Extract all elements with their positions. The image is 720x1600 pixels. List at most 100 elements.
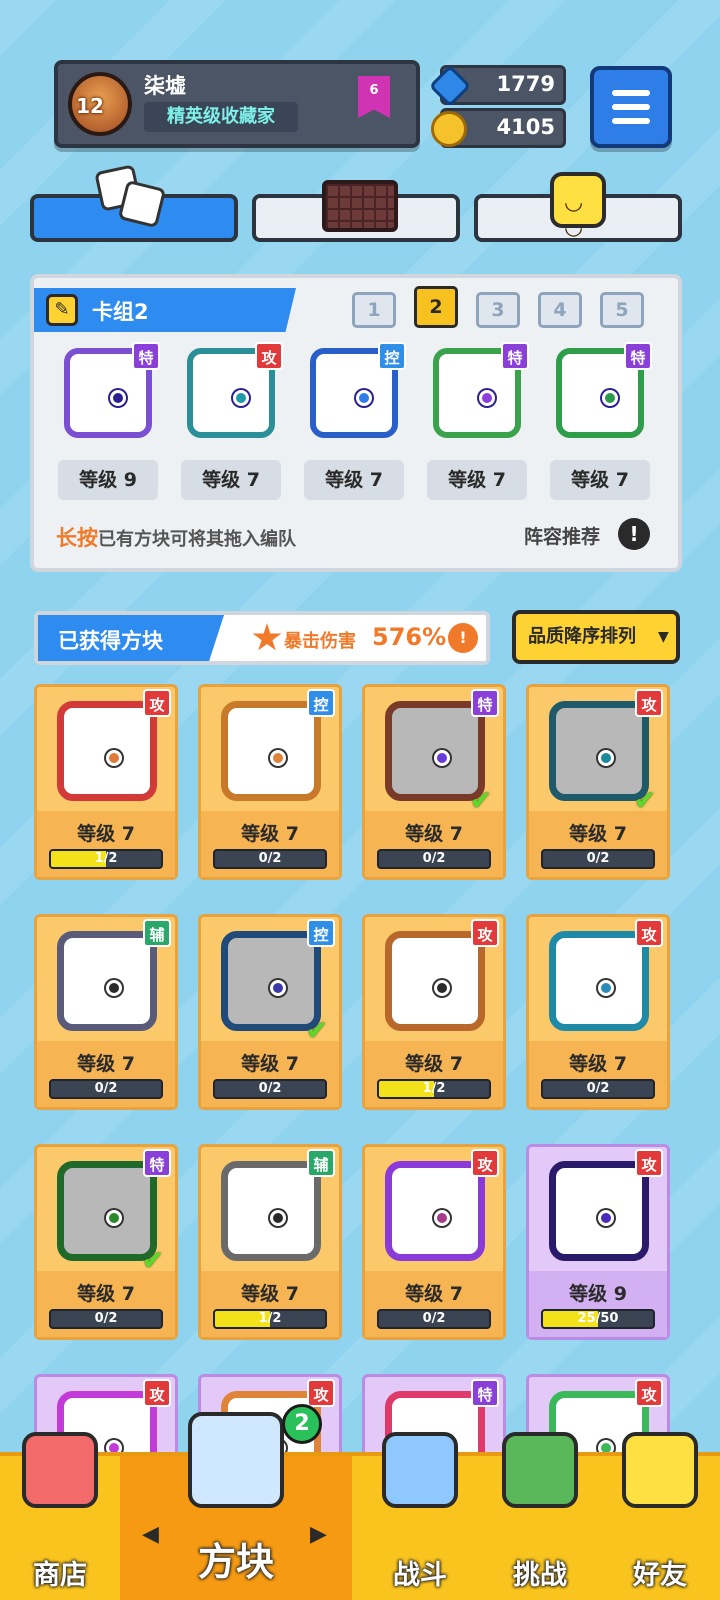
progress-text: 0/2	[94, 1081, 118, 1096]
progress-text: 1/2	[94, 851, 118, 866]
block-core-icon	[270, 750, 286, 766]
nav-challenge[interactable]: 挑战	[480, 1432, 600, 1600]
block-cube-icon	[188, 1412, 284, 1508]
burst-icon	[252, 623, 282, 651]
hamburger-icon	[612, 118, 650, 124]
nav-shop[interactable]: 商店	[0, 1432, 120, 1600]
shop-icon	[22, 1432, 98, 1508]
deck-number-tab[interactable]: 3	[476, 292, 520, 328]
notification-badge: 2	[282, 1404, 322, 1444]
block-core-icon	[106, 750, 122, 766]
block-card[interactable]: 攻等级 7 0/2	[526, 914, 670, 1110]
card-level-label: 等级 7	[77, 1053, 135, 1075]
block-card[interactable]: 控等级 7 0/2	[198, 684, 342, 880]
type-tag: 攻	[143, 689, 171, 717]
equipped-overlay	[228, 938, 314, 1024]
crit-damage-label: 暴击伤害	[284, 631, 356, 652]
menu-button[interactable]	[590, 66, 672, 148]
tab-board[interactable]	[252, 180, 460, 242]
equipped-overlay	[556, 708, 642, 794]
slot-level-label: 等级 7	[550, 460, 650, 500]
nav-friends[interactable]: 好友	[600, 1432, 720, 1600]
deck-slot[interactable]: 攻	[179, 342, 283, 448]
upgrade-progress-bar: 0/2	[377, 1309, 491, 1329]
block-core-icon	[598, 750, 614, 766]
block-core-icon	[479, 390, 495, 406]
coin-amount: 4105	[496, 115, 555, 139]
type-tag: 攻	[307, 1379, 335, 1407]
type-tag: 特	[471, 1379, 499, 1407]
sort-dropdown[interactable]: 品质降序排列 ▼	[512, 610, 680, 664]
block-frame	[549, 1161, 649, 1261]
type-tag: 控	[307, 919, 335, 947]
lineup-recommend-link[interactable]: 阵容推荐	[524, 522, 600, 549]
card-level-label: 等级 7	[405, 1283, 463, 1305]
deck-number-tab[interactable]: 2	[414, 286, 458, 328]
upgrade-progress-bar: 1/2	[213, 1309, 327, 1329]
block-card[interactable]: 辅等级 7 1/2	[198, 1144, 342, 1340]
nav-battle[interactable]: 战斗	[360, 1432, 480, 1600]
gem-counter[interactable]: 1779	[428, 64, 566, 108]
block-card[interactable]: 攻等级 7 1/2	[34, 684, 178, 880]
block-frame: ✔	[549, 701, 656, 816]
block-card[interactable]: 攻等级 7 1/2	[362, 914, 506, 1110]
slot-level-label: 等级 7	[427, 460, 527, 500]
block-core-icon	[110, 390, 126, 406]
block-frame	[549, 931, 649, 1031]
upgrade-progress-bar: 0/2	[213, 849, 327, 869]
progress-text: 25/50	[577, 1311, 619, 1326]
upgrade-progress-bar: 1/2	[377, 1079, 491, 1099]
progress-text: 0/2	[586, 851, 610, 866]
deck-slot[interactable]: 特	[56, 342, 160, 448]
coin-counter[interactable]: 4105	[431, 108, 566, 148]
type-tag: 攻	[471, 1149, 499, 1177]
exclamation-icon[interactable]: !	[618, 518, 650, 550]
deck-number-tab[interactable]: 1	[352, 292, 396, 328]
card-level-label: 等级 7	[569, 823, 627, 845]
gem-icon	[428, 64, 472, 108]
type-tag: 特	[471, 689, 499, 717]
board-grid-icon	[322, 180, 398, 232]
card-level-label: 等级 7	[241, 1283, 299, 1305]
block-card[interactable]: ✔ 特等级 7 0/2	[362, 684, 506, 880]
block-card[interactable]: ✔ 控等级 7 0/2	[198, 914, 342, 1110]
hint-highlight: 长按	[56, 526, 98, 550]
type-tag: 控	[307, 689, 335, 717]
dice-icon	[94, 164, 167, 232]
pencil-icon[interactable]: ✎	[46, 294, 78, 326]
challenge-gate-icon	[502, 1432, 578, 1508]
player-name: 柒墟	[144, 74, 186, 98]
block-card[interactable]: 攻等级 9 25/50	[526, 1144, 670, 1340]
progress-text: 0/2	[586, 1081, 610, 1096]
deck-slot[interactable]: 特	[425, 342, 529, 448]
type-tag: 攻	[471, 919, 499, 947]
block-core-icon	[598, 1210, 614, 1226]
exclamation-icon[interactable]: !	[448, 623, 478, 653]
player-profile-panel[interactable]: 12 柒墟 精英级收藏家 6	[54, 60, 420, 148]
type-tag: 特	[132, 342, 160, 370]
tab-emote[interactable]: ◡ ◡	[474, 172, 682, 242]
card-level-label: 等级 7	[569, 1053, 627, 1075]
block-card[interactable]: 攻等级 7 0/2	[362, 1144, 506, 1340]
block-card[interactable]: ✔ 攻等级 7 0/2	[526, 684, 670, 880]
bottom-nav: 商店 2 ◀ ▶ 方块 战斗 挑战 好友	[0, 1404, 720, 1600]
block-core-icon	[356, 390, 372, 406]
type-tag: 攻	[635, 919, 663, 947]
deck-number-tab[interactable]: 5	[600, 292, 644, 328]
progress-text: 0/2	[422, 1311, 446, 1326]
block-frame	[385, 1161, 485, 1261]
block-card[interactable]: 辅等级 7 0/2	[34, 914, 178, 1110]
tab-dice[interactable]	[30, 164, 238, 242]
deck-slot[interactable]: 特	[548, 342, 652, 448]
progress-text: 0/2	[258, 851, 282, 866]
rank-ribbon-icon: 6	[358, 76, 390, 118]
smile-face-icon: ◡ ◡	[550, 172, 606, 240]
block-card[interactable]: ✔ 特等级 7 0/2	[34, 1144, 178, 1340]
deck-number-tab[interactable]: 4	[538, 292, 582, 328]
nav-blocks[interactable]: 2 ◀ ▶ 方块	[120, 1404, 352, 1600]
block-frame	[57, 931, 157, 1031]
type-tag: 特	[143, 1149, 171, 1177]
deck-slot[interactable]: 控	[302, 342, 406, 448]
type-tag: 攻	[635, 1379, 663, 1407]
block-core-icon	[106, 1210, 122, 1226]
